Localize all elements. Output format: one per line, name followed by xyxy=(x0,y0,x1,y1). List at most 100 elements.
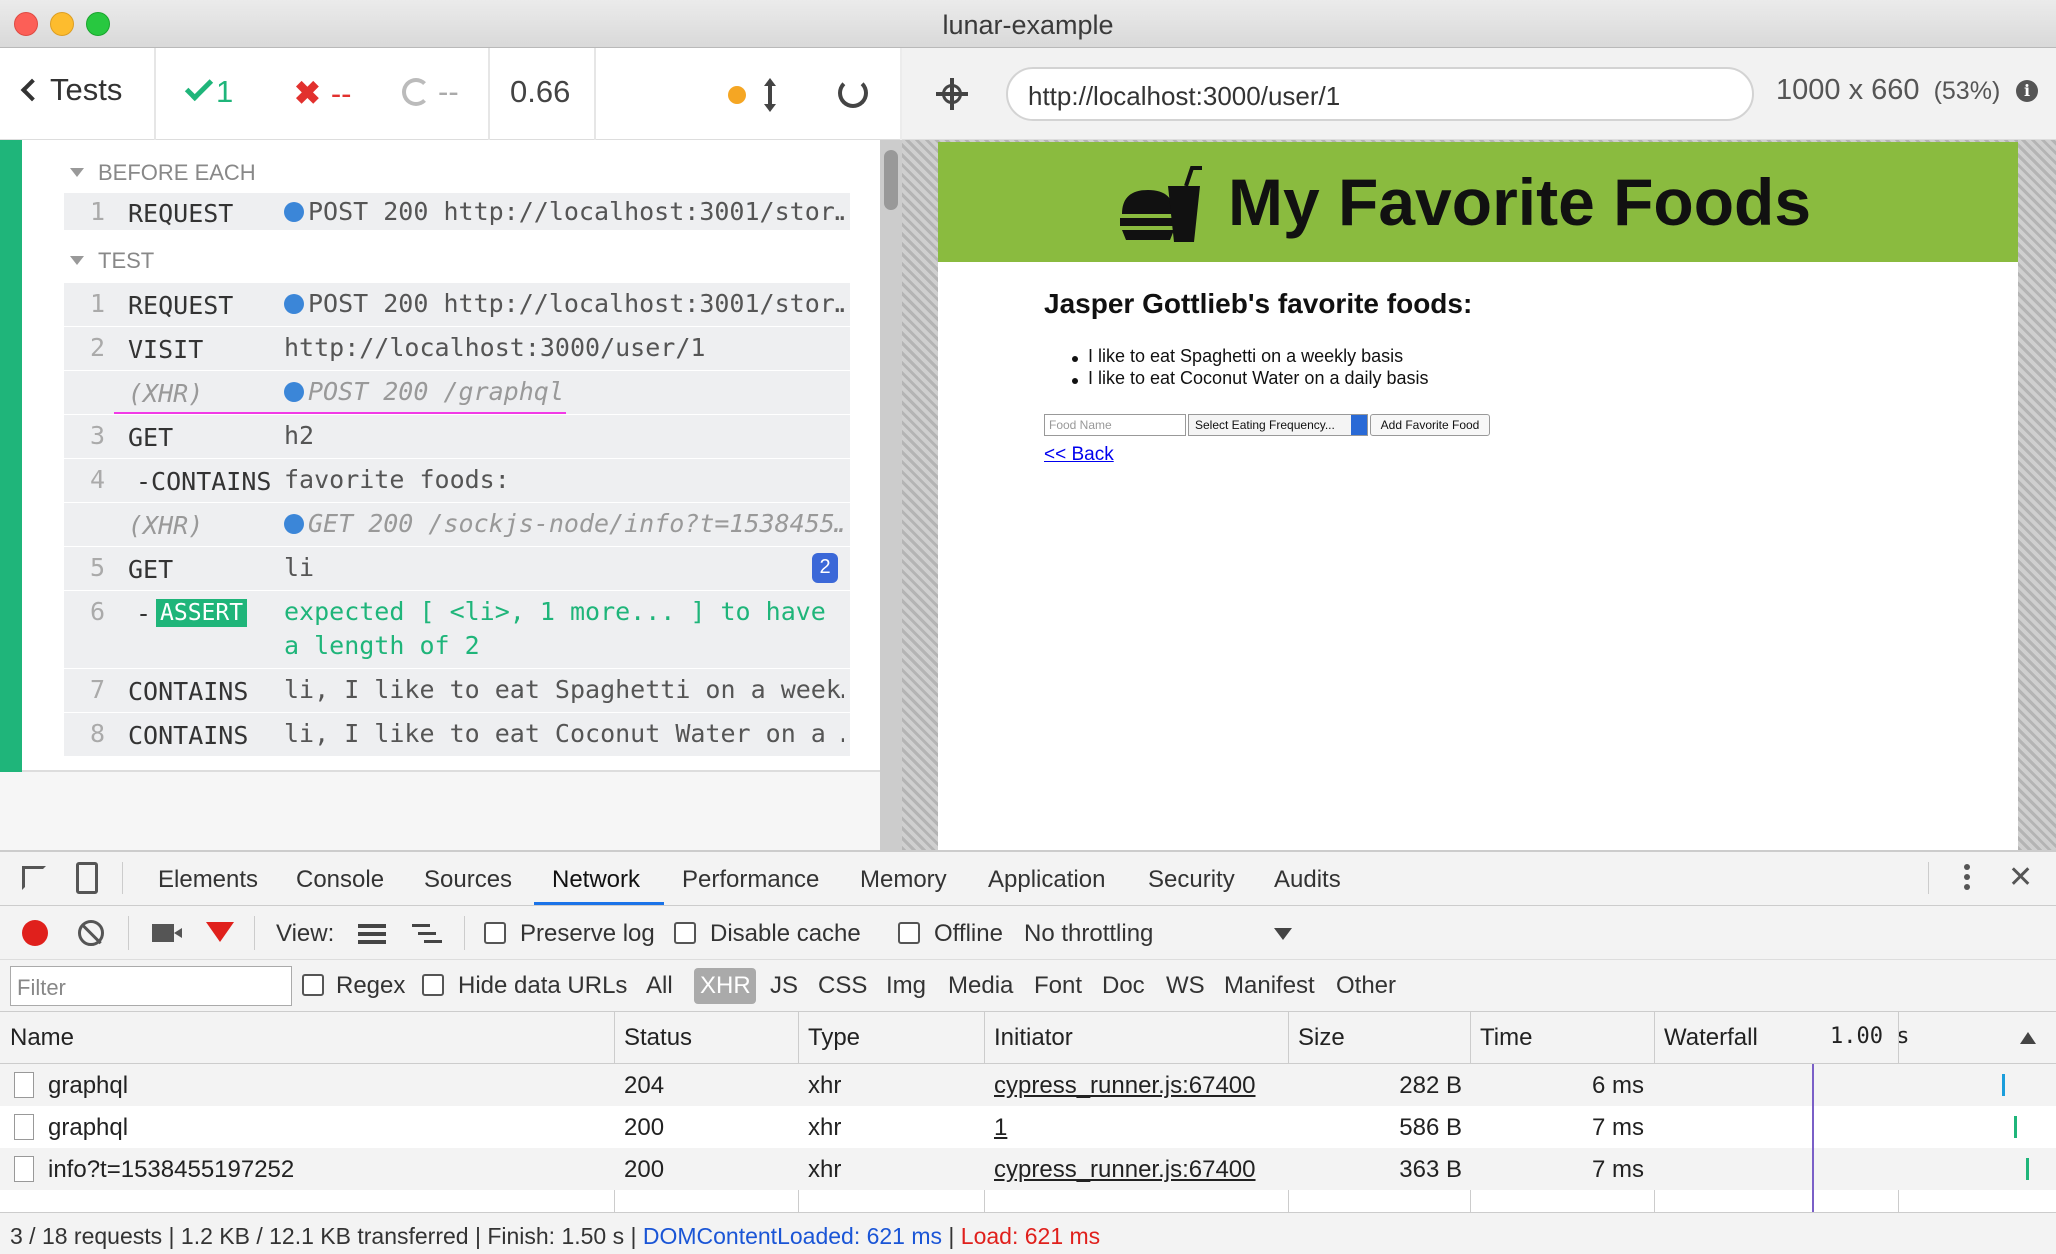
tab-console[interactable]: Console xyxy=(296,866,384,894)
before-each-title[interactable]: BEFORE EACH xyxy=(98,160,256,186)
close-icon[interactable]: ✕ xyxy=(2008,860,2033,895)
active-tab-indicator xyxy=(534,902,664,905)
log-scrollbar-thumb[interactable] xyxy=(884,150,898,210)
selector-playground-icon[interactable] xyxy=(936,78,968,110)
disable-cache-label[interactable]: Disable cache xyxy=(710,920,861,948)
clear-icon[interactable] xyxy=(78,920,104,946)
hide-data-urls-checkbox[interactable] xyxy=(422,974,444,996)
tab-security[interactable]: Security xyxy=(1148,866,1235,894)
log-scrollbar[interactable] xyxy=(880,140,902,850)
request-initiator[interactable]: 1 xyxy=(994,1114,1007,1142)
command-message: li xyxy=(284,553,315,582)
offline-checkbox[interactable] xyxy=(898,922,920,944)
tab-memory[interactable]: Memory xyxy=(860,866,947,894)
food-name-input[interactable]: Food Name xyxy=(1044,414,1186,436)
command-name: CONTAINS xyxy=(128,677,249,706)
command-message: li, I like to eat Spaghetti on a week… xyxy=(284,675,844,704)
column-waterfall[interactable]: Waterfall xyxy=(1664,1024,1758,1052)
filter-funnel-icon[interactable] xyxy=(206,922,234,942)
command-row[interactable]: 2 VISIT http://localhost:3000/user/1 xyxy=(64,326,850,370)
column-type[interactable]: Type xyxy=(808,1024,860,1052)
filter-type-font[interactable]: Font xyxy=(1034,972,1082,1000)
info-icon[interactable]: i xyxy=(2016,80,2038,102)
caret-down-icon[interactable] xyxy=(70,168,84,177)
restart-icon[interactable] xyxy=(838,78,868,108)
command-message: POST 200 http://localhost:3001/stor… xyxy=(284,289,844,318)
table-row[interactable]: graphql 200 xhr 1 586 B 7 ms xyxy=(0,1106,2056,1148)
request-initiator[interactable]: cypress_runner.js:67400 xyxy=(994,1072,1256,1100)
command-number: 3 xyxy=(90,421,106,450)
command-row[interactable]: 1 REQUEST POST 200 http://localhost:3001… xyxy=(64,282,850,326)
preserve-log-checkbox[interactable] xyxy=(484,922,506,944)
command-row[interactable]: (XHR) GET 200 /sockjs-node/info?t=153845… xyxy=(64,502,850,546)
network-status-bar: 3 / 18 requests | 1.2 KB / 12.1 KB trans… xyxy=(0,1212,2056,1254)
assert-row[interactable]: 6 - ASSERT expected [ <li>, 1 more... ] … xyxy=(64,590,850,668)
sort-ascending-icon[interactable] xyxy=(2020,1032,2036,1044)
disable-cache-checkbox[interactable] xyxy=(674,922,696,944)
filter-type-other[interactable]: Other xyxy=(1336,972,1396,1000)
offline-label[interactable]: Offline xyxy=(934,920,1003,948)
favorite-item: I like to eat Coconut Water on a daily b… xyxy=(1088,368,1429,388)
check-icon xyxy=(184,72,214,102)
command-row[interactable]: 8 CONTAINS li, I like to eat Coconut Wat… xyxy=(64,712,850,756)
filter-type-doc[interactable]: Doc xyxy=(1102,972,1145,1000)
filter-type-img[interactable]: Img xyxy=(886,972,926,1000)
tab-performance[interactable]: Performance xyxy=(682,866,819,894)
column-initiator[interactable]: Initiator xyxy=(994,1024,1073,1052)
auto-scroll-icon[interactable] xyxy=(764,78,776,112)
back-link[interactable]: << Back xyxy=(1044,444,1114,466)
filter-input[interactable]: Filter xyxy=(10,966,292,1006)
command-row[interactable]: 1 REQUEST POST 200 http://localhost:3001… xyxy=(64,192,850,230)
frequency-selected: Select Eating Frequency... xyxy=(1195,418,1335,432)
regex-label[interactable]: Regex xyxy=(336,972,405,1000)
preserve-log-label[interactable]: Preserve log xyxy=(520,920,655,948)
filter-type-css[interactable]: CSS xyxy=(818,972,867,1000)
tab-network[interactable]: Network xyxy=(552,866,640,894)
filter-type-ws[interactable]: WS xyxy=(1166,972,1205,1000)
tab-application[interactable]: Application xyxy=(988,866,1105,894)
add-favorite-food-button[interactable]: Add Favorite Food xyxy=(1370,414,1490,436)
regex-checkbox[interactable] xyxy=(302,974,324,996)
devtools-tabbar: Elements Console Sources Network Perform… xyxy=(0,852,2056,906)
tests-button[interactable]: Tests xyxy=(20,72,122,108)
command-message: favorite foods: xyxy=(284,465,510,494)
waterfall-bar xyxy=(2026,1158,2029,1180)
tab-elements[interactable]: Elements xyxy=(158,866,258,894)
column-size[interactable]: Size xyxy=(1298,1024,1345,1052)
device-toolbar-icon[interactable] xyxy=(76,862,98,894)
command-row[interactable]: 3 GET h2 xyxy=(64,414,850,458)
filter-bar: Filter Regex Hide data URLs All XHR JS C… xyxy=(0,960,2056,1012)
filter-type-js[interactable]: JS xyxy=(770,972,798,1000)
tab-audits[interactable]: Audits xyxy=(1274,866,1341,894)
request-initiator[interactable]: cypress_runner.js:67400 xyxy=(994,1156,1256,1184)
more-options-icon[interactable] xyxy=(1964,862,1970,892)
waterfall-view-icon[interactable] xyxy=(412,924,442,944)
command-row[interactable]: 5 GET li 2 xyxy=(64,546,850,590)
throttling-select[interactable]: No throttling xyxy=(1024,920,1153,948)
test-title[interactable]: TEST xyxy=(98,248,154,274)
tab-sources[interactable]: Sources xyxy=(424,866,512,894)
url-bar[interactable]: http://localhost:3000/user/1 xyxy=(1006,67,1754,121)
filter-type-xhr[interactable]: XHR xyxy=(700,972,751,1000)
filter-type-manifest[interactable]: Manifest xyxy=(1224,972,1315,1000)
screenshot-camera-icon[interactable] xyxy=(152,924,182,942)
record-icon[interactable] xyxy=(22,920,48,946)
column-name[interactable]: Name xyxy=(10,1024,74,1052)
caret-down-icon[interactable] xyxy=(70,256,84,265)
inspect-element-icon[interactable] xyxy=(22,866,46,890)
table-row[interactable]: info?t=1538455197252 200 xhr cypress_run… xyxy=(0,1148,2056,1190)
status-dot-icon xyxy=(728,86,746,104)
dropdown-arrow-icon[interactable] xyxy=(1274,928,1292,940)
table-row[interactable]: graphql 204 xhr cypress_runner.js:67400 … xyxy=(0,1064,2056,1106)
command-row[interactable]: 4 -CONTAINS favorite foods: xyxy=(64,458,850,502)
column-status[interactable]: Status xyxy=(624,1024,692,1052)
filter-type-all[interactable]: All xyxy=(646,972,673,1000)
hide-data-urls-label[interactable]: Hide data URLs xyxy=(458,972,627,1000)
frequency-select[interactable]: Select Eating Frequency... xyxy=(1188,414,1368,436)
load-time: Load: 621 ms xyxy=(960,1223,1101,1249)
filter-type-media[interactable]: Media xyxy=(948,972,1013,1000)
column-time[interactable]: Time xyxy=(1480,1024,1532,1052)
command-row[interactable]: (XHR) POST 200 /graphql xyxy=(64,370,850,414)
large-rows-icon[interactable] xyxy=(358,924,386,944)
command-row[interactable]: 7 CONTAINS li, I like to eat Spaghetti o… xyxy=(64,668,850,712)
